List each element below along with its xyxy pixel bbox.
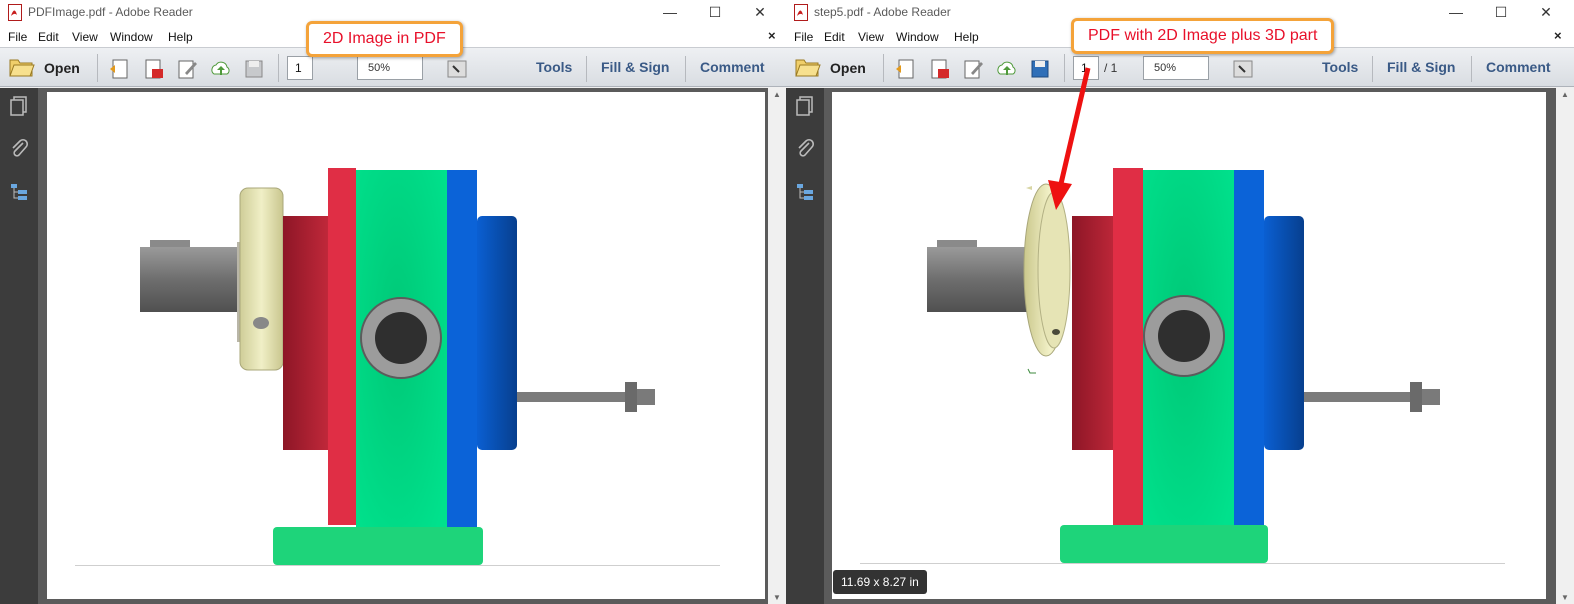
edit-document-icon[interactable] (962, 57, 986, 81)
pump-2d-image-with-3d-part (860, 168, 1505, 564)
close-window-button[interactable]: ✕ (738, 0, 782, 26)
vertical-scrollbar[interactable]: ▲ ▼ (768, 88, 786, 604)
close-window-button[interactable]: ✕ (1524, 0, 1568, 26)
page-thumbnails-icon[interactable] (8, 95, 30, 117)
navigation-pane (0, 88, 38, 604)
content-tree-icon[interactable] (8, 181, 30, 203)
navigation-pane (786, 88, 824, 604)
open-label: Open (830, 60, 866, 76)
maximize-button[interactable]: ☐ (1479, 0, 1523, 26)
pdf-file-icon (794, 4, 808, 21)
edit-document-icon[interactable] (176, 57, 200, 81)
menu-edit[interactable]: Edit (824, 30, 845, 44)
menu-view[interactable]: View (858, 30, 884, 44)
pump-2d-image (75, 168, 720, 566)
window-title: PDFImage.pdf - Adobe Reader (28, 5, 193, 19)
annotation-arrow (1048, 67, 1091, 210)
create-pdf-icon[interactable] (108, 57, 132, 81)
menu-help[interactable]: Help (168, 30, 193, 44)
page-thumbnails-icon[interactable] (794, 95, 816, 117)
menu-window[interactable]: Window (896, 30, 939, 44)
menu-file[interactable]: File (794, 30, 813, 44)
pane-separator (1372, 56, 1373, 82)
left-reader-window: PDFImage.pdf - Adobe Reader — ☐ ✕ File E… (0, 0, 786, 604)
upload-cloud-icon[interactable] (209, 57, 233, 81)
menu-edit[interactable]: Edit (38, 30, 59, 44)
pdf-page (832, 92, 1546, 599)
zoom-select[interactable]: 50% (357, 56, 423, 80)
pdf-page (47, 92, 765, 599)
attachments-paperclip-icon[interactable] (8, 137, 30, 159)
window-title: step5.pdf - Adobe Reader (814, 5, 951, 19)
folder-icon (9, 59, 35, 77)
comment-pane-button[interactable]: Comment (1486, 59, 1551, 75)
open-button[interactable]: Open (8, 56, 80, 80)
pdf-tools-icon[interactable] (928, 57, 952, 81)
pdf-file-icon (8, 4, 22, 21)
pane-separator (1471, 56, 1472, 82)
comment-pane-button[interactable]: Comment (700, 59, 765, 75)
minimize-button[interactable]: — (1434, 0, 1478, 26)
vertical-scrollbar[interactable]: ▲ ▼ (1556, 88, 1574, 604)
content-tree-icon[interactable] (794, 181, 816, 203)
menu-file[interactable]: File (8, 30, 27, 44)
menu-help[interactable]: Help (954, 30, 979, 44)
fill-sign-pane-button[interactable]: Fill & Sign (1387, 59, 1455, 75)
upload-cloud-icon[interactable] (995, 57, 1019, 81)
folder-icon (795, 59, 821, 77)
close-document-button[interactable]: × (768, 28, 776, 43)
menu-view[interactable]: View (72, 30, 98, 44)
open-label: Open (44, 60, 80, 76)
attachments-paperclip-icon[interactable] (794, 137, 816, 159)
tools-pane-button[interactable]: Tools (1322, 59, 1358, 75)
right-reader-window: step5.pdf - Adobe Reader — ☐ ✕ File Edit… (786, 0, 1574, 604)
toolbar-separator (97, 54, 98, 82)
tools-pane-button[interactable]: Tools (536, 59, 572, 75)
pdf-tools-icon[interactable] (142, 57, 166, 81)
toolbar-separator (883, 54, 884, 82)
page-number-input[interactable]: 1 (287, 56, 313, 80)
close-document-button[interactable]: × (1554, 28, 1562, 43)
minimize-button[interactable]: — (648, 0, 692, 26)
zoom-select[interactable]: 50% (1143, 56, 1209, 80)
marquee-zoom-icon[interactable] (445, 57, 469, 81)
scroll-down-arrow-icon[interactable]: ▼ (1561, 593, 1569, 602)
open-button[interactable]: Open (794, 56, 866, 80)
annotation-callout: 2D Image in PDF (306, 21, 463, 57)
annotation-callout: PDF with 2D Image plus 3D part (1071, 18, 1335, 54)
scroll-down-arrow-icon[interactable]: ▼ (773, 593, 781, 602)
scroll-up-arrow-icon[interactable]: ▲ (773, 90, 781, 99)
fill-sign-pane-button[interactable]: Fill & Sign (601, 59, 669, 75)
maximize-button[interactable]: ☐ (693, 0, 737, 26)
pane-separator (685, 56, 686, 82)
marquee-zoom-icon[interactable] (1231, 57, 1255, 81)
toolbar-separator (278, 54, 279, 82)
create-pdf-icon[interactable] (894, 57, 918, 81)
page-size-badge: 11.69 x 8.27 in (833, 570, 927, 594)
menu-window[interactable]: Window (110, 30, 153, 44)
scroll-up-arrow-icon[interactable]: ▲ (1561, 90, 1569, 99)
pane-separator (586, 56, 587, 82)
save-icon[interactable] (242, 57, 266, 81)
